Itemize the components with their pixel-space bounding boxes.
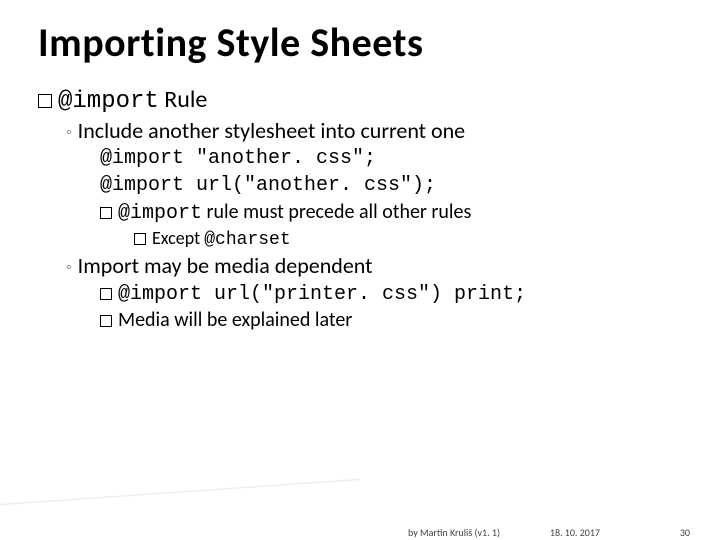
code-import: @import — [58, 88, 159, 115]
code-import-2: @import — [118, 202, 202, 225]
code-line-1: @import "another. css"; — [100, 146, 682, 171]
text-include: Include another stylesheet into current … — [78, 117, 465, 144]
diamond-bullet-icon: ◦ — [66, 123, 72, 142]
bullet-box-icon — [100, 288, 112, 300]
text-precede: rule must precede all other rules — [202, 200, 471, 224]
footer-date: 18. 10. 2017 — [550, 526, 600, 539]
text-except: Except — [152, 227, 204, 249]
bullet-lvl4-except: Except @charset — [134, 227, 682, 250]
bullet-box-icon — [100, 207, 112, 219]
code-line-2: @import url("another. css"); — [100, 173, 682, 198]
bullet-lvl3-printer: @import url("printer. css") print; — [100, 281, 682, 306]
code-printer: @import url("printer. css") print; — [118, 283, 526, 306]
diamond-bullet-icon: ◦ — [66, 258, 72, 277]
bullet-lvl1-import-rule: @import Rule — [38, 85, 682, 115]
text-media-dep: Import may be media dependent — [78, 252, 373, 279]
text-later: Media will be explained later — [118, 308, 352, 332]
footer-author: by Martin Kruliš (v1. 1) — [408, 526, 500, 539]
bullet-lvl3-precede: @import rule must precede all other rule… — [100, 200, 682, 225]
footer-page-number: 30 — [680, 526, 690, 539]
bullet-box-icon — [38, 94, 52, 108]
slide: Importing Style Sheets @import Rule ◦ Inc… — [0, 0, 720, 540]
slide-title: Importing Style Sheets — [38, 18, 682, 67]
text-rule: Rule — [159, 85, 208, 114]
bullet-lvl2-include: ◦ Include another stylesheet into current… — [66, 117, 682, 144]
bullet-lvl3-later: Media will be explained later — [100, 308, 682, 332]
code-charset: @charset — [204, 230, 290, 250]
bullet-box-icon — [100, 315, 112, 327]
decorative-wedge — [0, 478, 360, 506]
bullet-lvl2-media: ◦ Import may be media dependent — [66, 252, 682, 279]
bullet-box-icon — [134, 233, 146, 245]
